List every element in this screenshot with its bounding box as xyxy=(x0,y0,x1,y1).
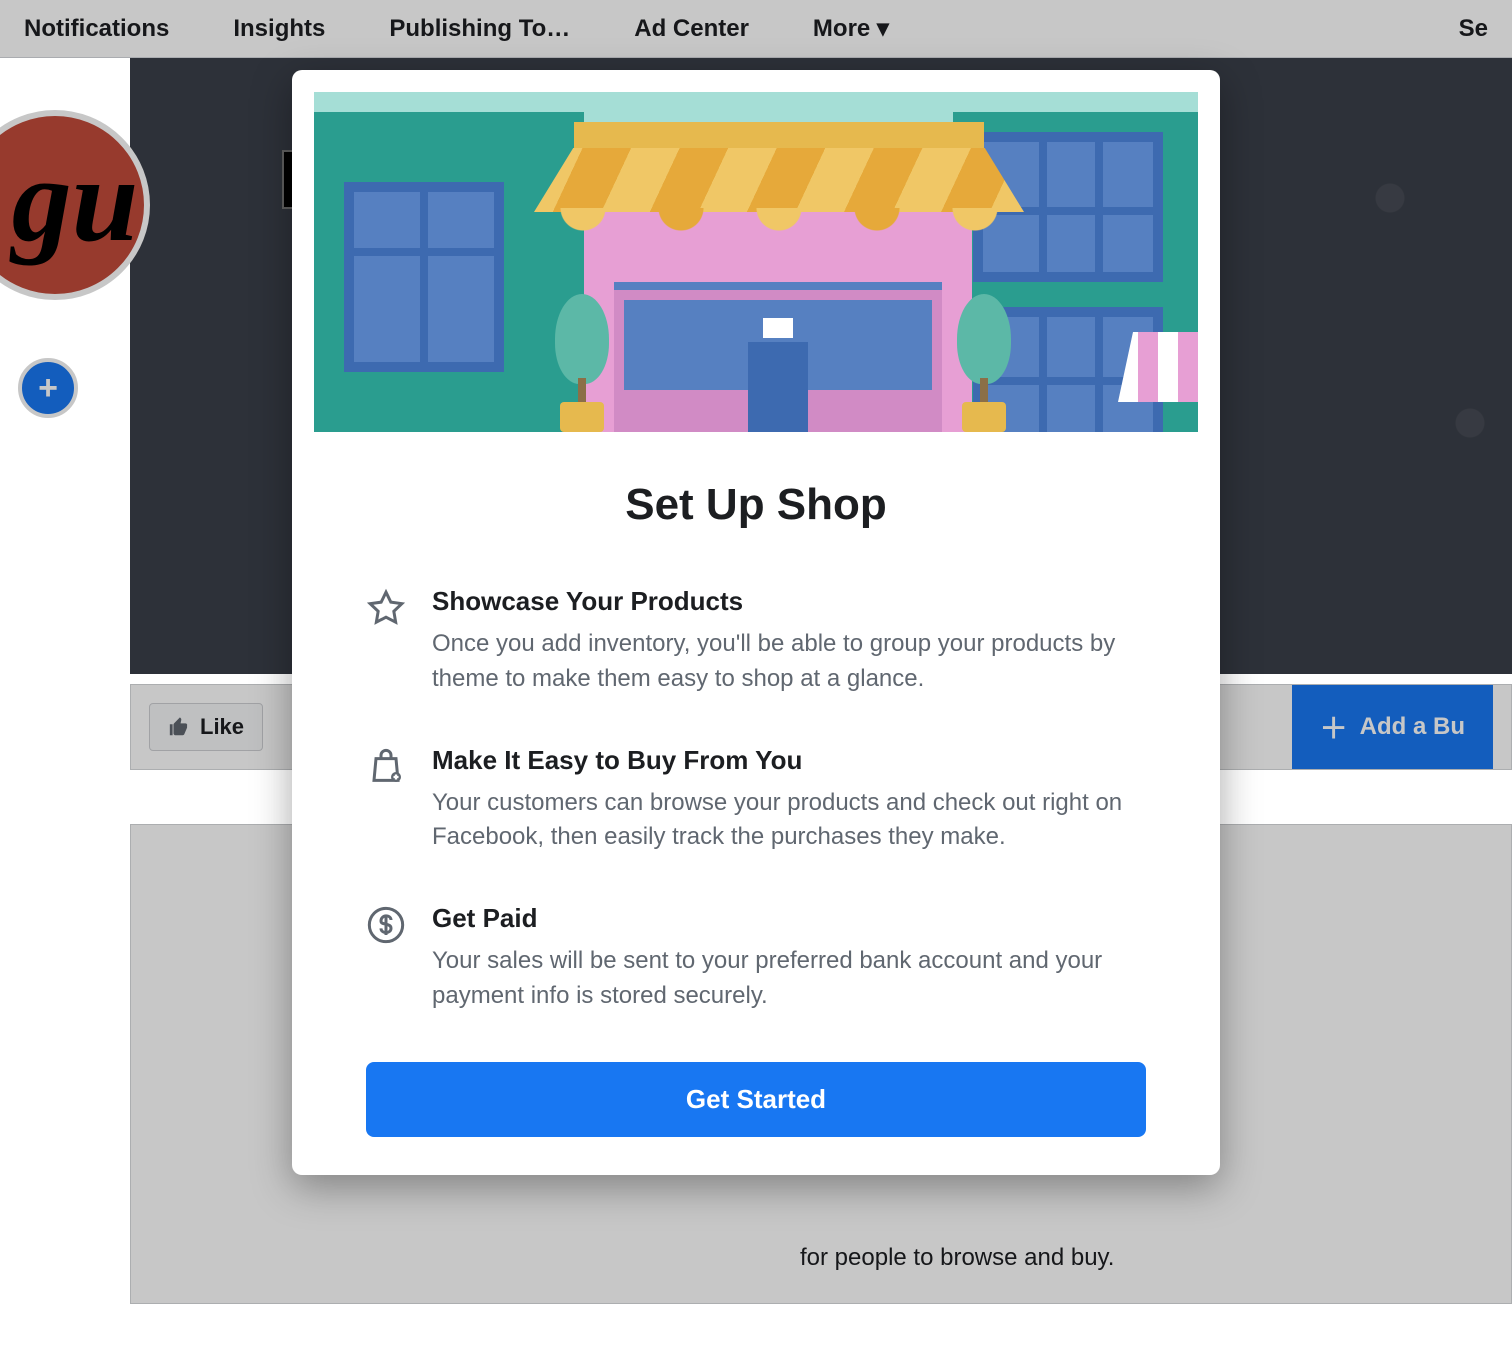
add-button-label: Add a Bu xyxy=(1360,713,1465,741)
add-profile-photo-icon[interactable]: + xyxy=(18,358,78,418)
like-label: Like xyxy=(200,714,244,740)
feature-title: Make It Easy to Buy From You xyxy=(432,745,1146,776)
top-nav: Notifications Insights Publishing To… Ad… xyxy=(0,0,1512,58)
like-button[interactable]: Like xyxy=(149,703,263,751)
feature-desc: Your customers can browse your products … xyxy=(432,786,1146,856)
add-a-button[interactable]: ＋ Add a Bu xyxy=(1292,685,1493,769)
feature-desc: Your sales will be sent to your preferre… xyxy=(432,944,1146,1014)
feature-paid: Get Paid Your sales will be sent to your… xyxy=(366,903,1146,1014)
hero-illustration xyxy=(314,92,1198,432)
nav-more[interactable]: More ▾ xyxy=(813,14,889,43)
feature-title: Get Paid xyxy=(432,903,1146,934)
feature-list: Showcase Your Products Once you add inve… xyxy=(292,586,1220,1014)
feature-title: Showcase Your Products xyxy=(432,586,1146,617)
get-started-button[interactable]: Get Started xyxy=(366,1062,1146,1137)
thumb-up-icon xyxy=(168,716,190,738)
feature-desc: Once you add inventory, you'll be able t… xyxy=(432,627,1146,697)
nav-insights[interactable]: Insights xyxy=(233,15,325,43)
setup-shop-modal: Set Up Shop Showcase Your Products Once … xyxy=(292,70,1220,1175)
nav-notifications[interactable]: Notifications xyxy=(24,15,169,43)
star-icon xyxy=(366,588,406,628)
feature-showcase: Showcase Your Products Once you add inve… xyxy=(366,586,1146,697)
dollar-icon xyxy=(366,905,406,945)
shopping-bag-icon xyxy=(366,747,406,787)
nav-publishing[interactable]: Publishing To… xyxy=(389,15,570,43)
nav-ad-center[interactable]: Ad Center xyxy=(634,15,749,43)
feature-buy: Make It Easy to Buy From You Your custom… xyxy=(366,745,1146,856)
profile-picture[interactable]: gu xyxy=(0,110,150,300)
nav-right-truncated[interactable]: Se xyxy=(1459,15,1488,43)
modal-title: Set Up Shop xyxy=(292,480,1220,530)
hint-text: for people to browse and buy. xyxy=(800,1240,1114,1276)
plus-icon: ＋ xyxy=(1320,707,1348,747)
